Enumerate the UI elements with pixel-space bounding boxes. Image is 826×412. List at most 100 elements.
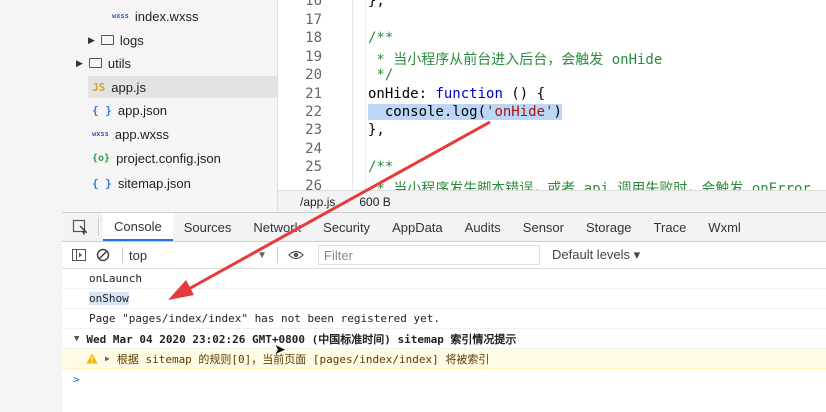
wxss-file-icon: wxss <box>92 130 109 138</box>
line-number: 16 <box>305 0 322 9</box>
folder-item-utils[interactable]: ▶ utils <box>76 52 271 74</box>
file-item-app-js[interactable]: JS app.js <box>88 76 277 98</box>
console-group-header[interactable]: ▼ Wed Mar 04 2020 23:02:26 GMT+0800 (中国标… <box>62 329 826 349</box>
console-warning: ▶ 根据 sitemap 的规则[0]，当前页面 [pages/index/in… <box>62 349 826 369</box>
selection-highlight: console.log('onHide') <box>368 104 562 120</box>
console-message: onLaunch <box>62 269 826 289</box>
wxss-file-icon: wxss <box>112 12 129 20</box>
file-item-project-config[interactable]: {o} project.config.json <box>92 147 272 169</box>
eye-icon[interactable] <box>284 250 308 260</box>
toolbar-divider <box>98 218 99 236</box>
file-label: app.json <box>117 102 168 118</box>
line-number: 25 <box>305 159 322 175</box>
console-message: Page "pages/index/index" has not been re… <box>62 309 826 329</box>
console-toolbar: top ▼ Filter Default levels ▾ <box>62 242 826 269</box>
js-file-icon: JS <box>92 80 106 94</box>
folder-icon <box>100 35 114 45</box>
folder-item-logs[interactable]: ▶ logs <box>88 29 268 51</box>
indent-guide <box>365 0 366 190</box>
line-number: 21 <box>305 86 322 102</box>
line-number: 19 <box>305 49 322 65</box>
line-number: 24 <box>305 141 322 157</box>
inspect-element-icon[interactable] <box>62 219 98 235</box>
tab-sensor[interactable]: Sensor <box>512 213 575 241</box>
tab-audits[interactable]: Audits <box>454 213 512 241</box>
gutter-divider <box>352 0 353 190</box>
code-line: onHide: function () { <box>368 86 545 102</box>
file-label: project.config.json <box>116 150 221 166</box>
tab-storage[interactable]: Storage <box>575 213 643 241</box>
devtools-tabbar: Console Sources Network Security AppData… <box>62 212 826 242</box>
tab-trace[interactable]: Trace <box>643 213 698 241</box>
folder-label: utils <box>107 55 132 71</box>
code-keyword: function <box>435 86 503 102</box>
file-item-app-json[interactable]: { } app.json <box>92 99 272 121</box>
left-activity-strip <box>0 0 62 412</box>
console-prompt[interactable]: > <box>62 369 826 389</box>
mouse-cursor-icon: ➤ <box>274 341 286 357</box>
code-comment: /** <box>368 30 394 46</box>
folder-icon <box>88 58 102 68</box>
expand-arrow-icon[interactable]: ▶ <box>88 35 95 46</box>
file-label: app.wxss <box>114 126 170 142</box>
line-number: 22 <box>305 104 322 120</box>
line-number: 17 <box>305 12 322 28</box>
line-number: 26 <box>305 178 322 190</box>
file-path: /app.js <box>300 195 336 209</box>
line-number: 20 <box>305 67 322 83</box>
prompt-chevron: > <box>73 372 80 386</box>
code-comment: * 当小程序从前台进入后台，会触发 onHide <box>368 52 663 68</box>
tab-sources[interactable]: Sources <box>173 213 243 241</box>
file-label: sitemap.json <box>117 175 191 191</box>
code-text: ) <box>553 104 562 120</box>
group-title: Wed Mar 04 2020 23:02:26 GMT+0800 (中国标准时… <box>86 332 517 346</box>
file-label: index.wxss <box>134 8 199 24</box>
console-output: onLaunch onShow Page "pages/index/index"… <box>62 269 826 412</box>
group-expanded-icon[interactable]: ▼ <box>74 334 79 344</box>
tab-wxml[interactable]: Wxml <box>697 213 752 241</box>
selected-text: onShow <box>89 292 129 305</box>
code-comment: */ <box>368 67 394 83</box>
code-identifier: onHide: <box>368 86 436 102</box>
toolbar-divider <box>277 247 278 263</box>
json-file-icon: { } <box>92 103 112 117</box>
warning-icon <box>86 353 98 364</box>
tab-console[interactable]: Console <box>103 213 173 241</box>
code-line-selected: console.log('onHide') <box>368 104 562 120</box>
clear-console-icon[interactable] <box>90 248 116 262</box>
tab-appdata[interactable]: AppData <box>381 213 454 241</box>
file-item-app-wxss[interactable]: wxss app.wxss <box>92 123 272 145</box>
file-item-sitemap-json[interactable]: { } sitemap.json <box>92 172 272 194</box>
expand-arrow-icon[interactable]: ▶ <box>76 58 83 69</box>
code-text: () { <box>502 86 546 102</box>
code-string: 'onHide' <box>486 104 554 120</box>
config-file-icon: {o} <box>92 152 111 164</box>
folder-label: logs <box>119 32 144 48</box>
line-number: 23 <box>305 122 322 138</box>
file-item-index-wxss[interactable]: wxss index.wxss <box>112 5 272 27</box>
context-select[interactable]: top ▼ <box>129 248 267 263</box>
file-size: 600 B <box>359 195 391 209</box>
file-tree: wxss index.wxss ▶ logs ▶ utils JS app.js… <box>62 0 278 212</box>
file-label: app.js <box>111 79 146 95</box>
dropdown-arrow-icon: ▼ <box>257 249 267 261</box>
code-line: }, <box>368 122 385 138</box>
code-comment: * 当小程序发生脚本错误，或者 api 调用失败时，会触发 onError <box>368 181 811 190</box>
context-value: top <box>129 247 148 263</box>
code-line: }, <box>368 0 385 9</box>
code-text: console.log( <box>368 104 487 120</box>
console-message: onShow <box>62 289 826 309</box>
tab-security[interactable]: Security <box>312 213 381 241</box>
editor-status-bar: /app.js 600 B <box>278 190 826 213</box>
expand-arrow-icon[interactable]: ▶ <box>105 354 110 363</box>
sidebar-toggle-icon[interactable] <box>68 249 90 261</box>
code-editor[interactable]: 16 17 18 19 20 21 22 23 24 25 26 }, /** … <box>278 0 826 190</box>
tab-network[interactable]: Network <box>242 213 312 241</box>
warning-text: 根据 sitemap 的规则[0]，当前页面 [pages/index/inde… <box>116 352 490 366</box>
code-comment: /** <box>368 159 394 175</box>
filter-input[interactable]: Filter <box>318 245 540 265</box>
toolbar-divider <box>122 247 123 263</box>
json-file-icon: { } <box>92 176 112 190</box>
line-number: 18 <box>305 30 322 46</box>
log-levels-dropdown[interactable]: Default levels ▾ <box>552 247 640 263</box>
